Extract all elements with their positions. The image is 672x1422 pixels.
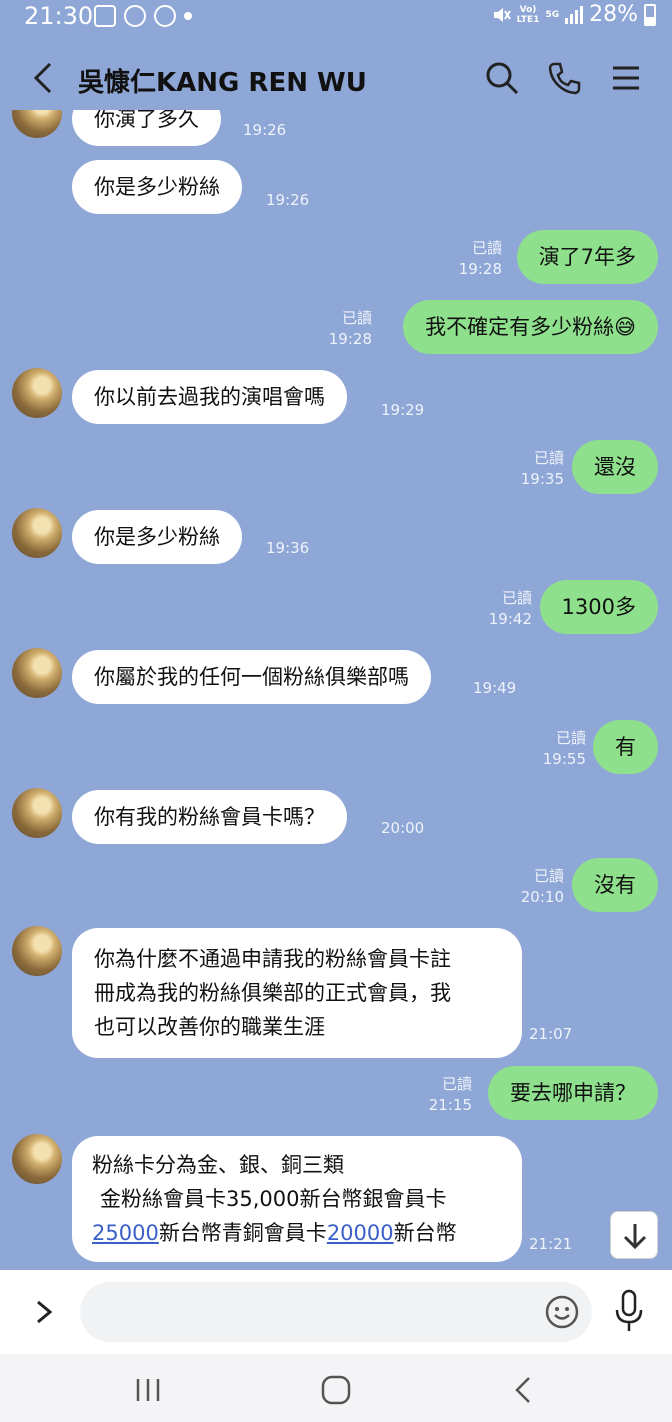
volte-bottom: LTE1 xyxy=(516,14,540,25)
read-receipt: 已讀 xyxy=(555,729,586,747)
chat-area[interactable]: 你演了多久 19:26 你是多少粉絲 19:26 已讀 19:28 演了7年多 … xyxy=(0,110,672,1270)
system-navbar xyxy=(0,1354,672,1422)
phone-link[interactable]: 25000 xyxy=(92,1221,159,1245)
message-time: 21:15 xyxy=(428,1096,472,1114)
volte-indicator: Vo) LTE1 xyxy=(517,5,540,25)
message-out[interactable]: 有 xyxy=(593,720,658,774)
read-receipt: 已讀 xyxy=(471,239,502,257)
chat-header: 吳慷仁KANG REN WU xyxy=(0,34,672,120)
message-meta: 已讀 19:35 xyxy=(521,448,564,490)
message-time: 21:07 xyxy=(529,1025,573,1043)
message-meta: 已讀 19:42 xyxy=(489,588,532,630)
status-time: 21:30 xyxy=(24,2,94,30)
read-receipt: 已讀 xyxy=(441,1075,472,1093)
message-line: 你為什麼不通過申請我的粉絲會員卡註 xyxy=(94,947,451,971)
message-time: 21:21 xyxy=(529,1235,573,1253)
message-time: 19:55 xyxy=(542,750,586,768)
emoji-icon[interactable] xyxy=(544,1294,580,1330)
read-receipt: 已讀 xyxy=(533,449,564,467)
nav-back-icon[interactable] xyxy=(506,1372,542,1408)
message-in[interactable]: 你為什麼不通過申請我的粉絲會員卡註 冊成為我的粉絲俱樂部的正式會員，我 也可以改… xyxy=(72,928,522,1058)
message-time: 19:28 xyxy=(328,330,372,348)
back-icon[interactable] xyxy=(30,60,58,96)
messenger-icon xyxy=(154,5,176,27)
avatar[interactable] xyxy=(12,1134,62,1184)
message-input[interactable] xyxy=(80,1282,592,1342)
signal-icon xyxy=(565,5,584,24)
message-time: 19:28 xyxy=(458,260,502,278)
avatar[interactable] xyxy=(12,648,62,698)
menu-icon[interactable] xyxy=(608,60,644,96)
dot-icon xyxy=(184,12,192,20)
avatar[interactable] xyxy=(12,368,62,418)
message-time: 19:26 xyxy=(266,191,310,209)
message-time: 19:26 xyxy=(243,121,287,139)
message-in[interactable]: 你屬於我的任何一個粉絲俱樂部嗎 xyxy=(72,650,431,704)
message-in[interactable]: 你有我的粉絲會員卡嗎？ xyxy=(72,790,347,844)
read-receipt: 已讀 xyxy=(501,589,532,607)
status-bar: 21:30 Vo) LTE1 5G 28% xyxy=(0,0,672,34)
recent-apps-icon[interactable] xyxy=(130,1372,166,1408)
message-time: 20:10 xyxy=(520,888,564,906)
home-icon[interactable] xyxy=(318,1372,354,1408)
message-line: 也可以改善你的職業生涯 xyxy=(94,1015,325,1039)
message-out[interactable]: 要去哪申請？ xyxy=(488,1066,658,1120)
battery-percent: 28% xyxy=(589,2,638,27)
message-out[interactable]: 1300多 xyxy=(539,580,658,634)
message-time: 19:35 xyxy=(520,470,564,488)
status-right: Vo) LTE1 5G 28% xyxy=(491,2,656,27)
message-meta: 已讀 19:55 xyxy=(543,728,586,770)
chat-title: 吳慷仁KANG REN WU xyxy=(78,68,367,98)
network-type: 5G xyxy=(545,9,560,20)
message-out[interactable]: 我不確定有多少粉絲😅 xyxy=(403,300,658,354)
message-time: 19:42 xyxy=(488,610,532,628)
battery-icon xyxy=(644,3,656,26)
message-in[interactable]: 你是多少粉絲 xyxy=(72,160,242,214)
message-meta: 已讀 19:28 xyxy=(329,308,372,350)
mic-icon[interactable] xyxy=(612,1288,646,1334)
message-meta: 已讀 20:10 xyxy=(521,866,564,908)
message-time: 20:00 xyxy=(381,819,425,837)
message-line: 粉絲卡分為金、銀、銅三類 xyxy=(92,1153,344,1177)
message-time: 19:36 xyxy=(266,539,310,557)
message-line: 25000新台幣青銅會員卡20000新台幣 xyxy=(92,1216,502,1250)
gallery-icon xyxy=(94,5,116,27)
avatar[interactable] xyxy=(12,508,62,558)
read-receipt: 已讀 xyxy=(341,309,372,327)
message-text: 新台幣 xyxy=(393,1221,457,1245)
notification-icons xyxy=(94,5,192,27)
phone-link[interactable]: 20000 xyxy=(327,1221,394,1245)
message-meta: 已讀 19:28 xyxy=(459,238,502,280)
message-line: 冊成為我的粉絲俱樂部的正式會員，我 xyxy=(94,981,451,1005)
input-bar xyxy=(0,1270,672,1354)
scroll-down-button[interactable] xyxy=(610,1211,658,1259)
message-out[interactable]: 還沒 xyxy=(572,440,658,494)
expand-icon[interactable] xyxy=(30,1292,60,1332)
message-time: 19:49 xyxy=(473,679,517,697)
read-receipt: 已讀 xyxy=(533,867,564,885)
message-in[interactable]: 你以前去過我的演唱會嗎 xyxy=(72,370,347,424)
message-out[interactable]: 沒有 xyxy=(572,858,658,912)
chrome-icon xyxy=(124,5,146,27)
avatar[interactable] xyxy=(12,110,62,138)
avatar[interactable] xyxy=(12,788,62,838)
message-meta: 已讀 21:15 xyxy=(429,1074,472,1116)
message-text: 新台幣青銅會員卡 xyxy=(158,1221,327,1245)
message-line: 金粉絲會員卡35,000新台幣銀會員卡 xyxy=(100,1187,447,1211)
scroll-down-icon xyxy=(623,1224,647,1250)
message-in[interactable]: 粉絲卡分為金、銀、銅三類 金粉絲會員卡35,000新台幣銀會員卡 25000新台… xyxy=(72,1136,522,1262)
message-time: 19:29 xyxy=(381,401,425,419)
message-in[interactable]: 你是多少粉絲 xyxy=(72,510,242,564)
mute-icon xyxy=(493,7,511,22)
message-out[interactable]: 演了7年多 xyxy=(516,230,658,284)
volte-top: Vo) xyxy=(519,4,537,15)
search-icon[interactable] xyxy=(484,60,520,96)
message-in[interactable]: 你演了多久 xyxy=(72,110,221,146)
avatar[interactable] xyxy=(12,926,62,976)
phone-icon[interactable] xyxy=(546,60,582,96)
